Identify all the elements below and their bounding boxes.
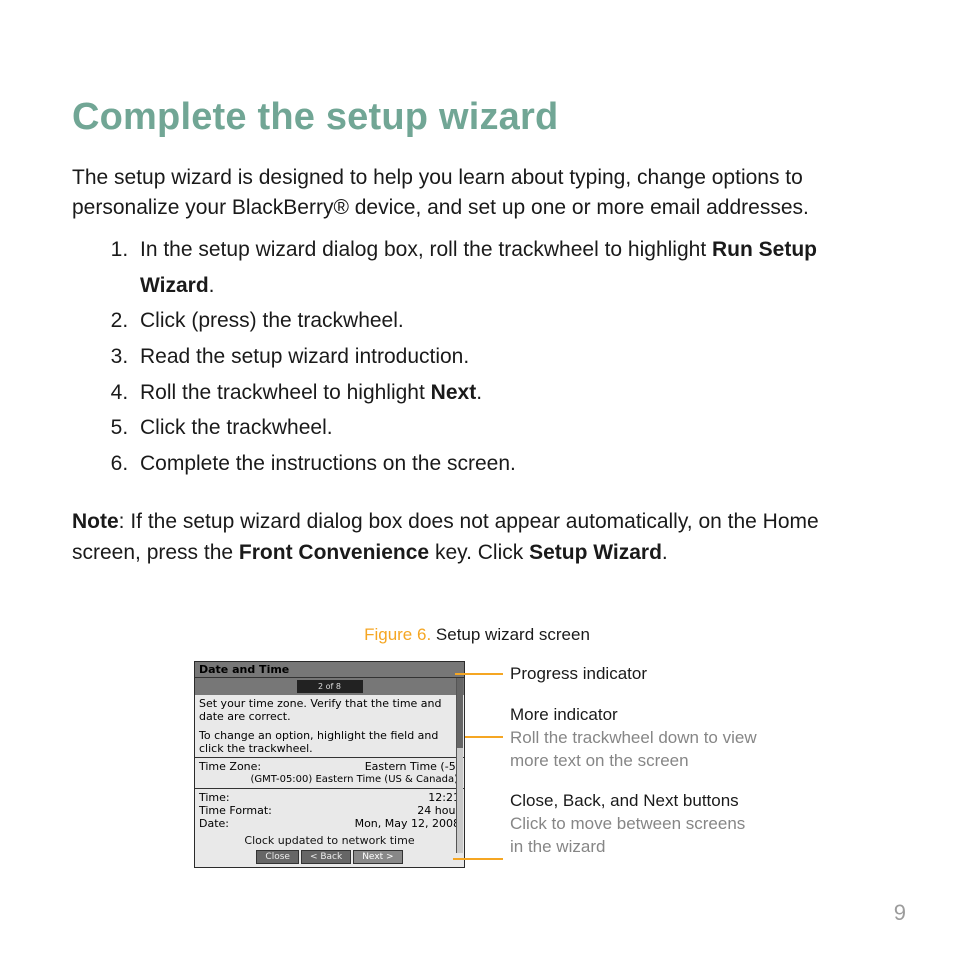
step-4: Roll the trackwheel to highlight Next. <box>134 375 882 411</box>
callouts: Progress indicator More indicator Roll t… <box>510 661 760 878</box>
device-wrap: Date and Time 2 of 8 Set your time zone.… <box>194 661 476 868</box>
step-1: In the setup wizard dialog box, roll the… <box>134 232 882 303</box>
figure-caption-text: Setup wizard screen <box>431 625 590 644</box>
tz-label: Time Zone: <box>199 760 261 773</box>
intro-paragraph: The setup wizard is designed to help you… <box>72 163 882 224</box>
leader-line-3 <box>453 858 503 860</box>
leader-line-2 <box>465 736 503 738</box>
figure-caption: Figure 6. Setup wizard screen <box>72 625 882 645</box>
device-screenshot: Date and Time 2 of 8 Set your time zone.… <box>194 661 465 868</box>
note-paragraph: Note: If the setup wizard dialog box doe… <box>72 506 882 569</box>
device-scrollbar[interactable] <box>456 678 463 853</box>
step-1-post: . <box>209 274 215 297</box>
device-back-button[interactable]: < Back <box>301 850 351 864</box>
note-bold-1: Front Convenience <box>239 541 429 564</box>
callout-progress: Progress indicator <box>510 663 760 686</box>
callout-3-sub: Click to move between screens in the wiz… <box>510 813 760 859</box>
callout-2-title: More indicator <box>510 704 760 727</box>
step-4-post: . <box>476 381 482 404</box>
note-label: Note <box>72 510 119 533</box>
tz-value: Eastern Time (-5) <box>365 760 460 773</box>
note-mid: key. Click <box>429 541 529 564</box>
callout-more: More indicator Roll the trackwheel down … <box>510 704 760 773</box>
page-title: Complete the setup wizard <box>72 96 882 139</box>
callout-buttons: Close, Back, and Next buttons Click to m… <box>510 790 760 859</box>
callout-1-title: Progress indicator <box>510 663 760 686</box>
step-4-pre: Roll the trackwheel to highlight <box>140 381 431 404</box>
step-3: Read the setup wizard introduction. <box>134 339 882 375</box>
time-label: Time: <box>199 791 230 804</box>
device-progress: 2 of 8 <box>297 680 363 693</box>
step-4-bold: Next <box>431 381 477 404</box>
device-body: Set your time zone. Verify that the time… <box>195 695 464 848</box>
date-value: Mon, May 12, 2008 <box>355 817 460 830</box>
callout-3-title: Close, Back, and Next buttons <box>510 790 760 813</box>
device-footer: Close < Back Next > <box>195 848 464 867</box>
page-number: 9 <box>894 900 906 926</box>
figure-number: Figure 6. <box>364 625 431 644</box>
note-bold-2: Setup Wizard <box>529 541 662 564</box>
fmt-value: 24 hour <box>417 804 460 817</box>
step-5: Click the trackwheel. <box>134 410 882 446</box>
device-clock-line: Clock updated to network time <box>199 834 460 847</box>
fmt-label: Time Format: <box>199 804 272 817</box>
device-next-button[interactable]: Next > <box>353 850 402 864</box>
device-close-button[interactable]: Close <box>256 850 299 864</box>
note-post: . <box>662 541 668 564</box>
date-label: Date: <box>199 817 229 830</box>
leader-line-1 <box>455 673 503 675</box>
step-1-pre: In the setup wizard dialog box, roll the… <box>140 238 712 261</box>
tz-sub: (GMT-05:00) Eastern Time (US & Canada) <box>199 774 460 786</box>
device-line-2: To change an option, highlight the field… <box>199 729 460 755</box>
step-6: Complete the instructions on the screen. <box>134 446 882 482</box>
device-progress-row: 2 of 8 <box>195 678 464 695</box>
device-line-1: Set your time zone. Verify that the time… <box>199 697 460 723</box>
device-title: Date and Time <box>195 662 464 678</box>
steps-list: In the setup wizard dialog box, roll the… <box>72 232 882 482</box>
callout-2-sub: Roll the trackwheel down to view more te… <box>510 727 760 773</box>
figure-row: Date and Time 2 of 8 Set your time zone.… <box>72 661 882 878</box>
step-2: Click (press) the trackwheel. <box>134 303 882 339</box>
